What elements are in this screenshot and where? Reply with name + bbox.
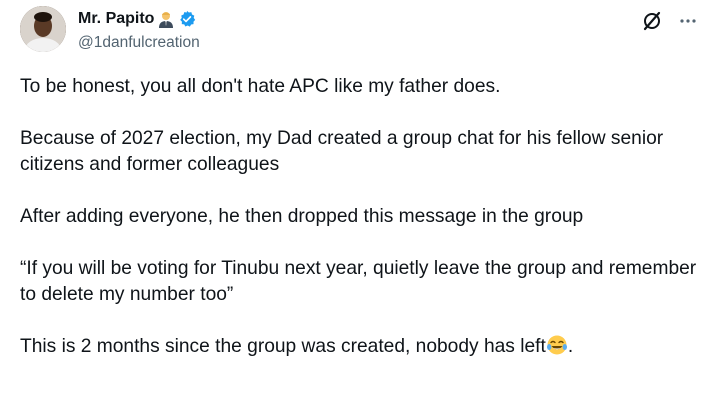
grok-icon[interactable] <box>641 10 663 32</box>
tweet-paragraph: “If you will be voting for Tinubu next y… <box>20 258 697 305</box>
more-icon[interactable] <box>677 10 699 32</box>
author-handle[interactable]: @1danfulcreation <box>78 34 200 52</box>
tweet-paragraph: To be honest, you all don't hate APC lik… <box>20 76 501 97</box>
author-row: Mr. Papito <box>78 8 200 30</box>
person-in-suit-emoji-icon <box>157 10 175 28</box>
tweet-last-end: . <box>567 336 574 357</box>
tweet: Mr. Papito @1danfulcreation To be honest… <box>0 0 719 413</box>
tweet-paragraph: Because of 2027 election, my Dad created… <box>20 128 664 175</box>
verified-badge-icon <box>178 10 196 28</box>
author-name[interactable]: Mr. Papito <box>78 10 154 28</box>
tweet-top-actions <box>641 10 699 32</box>
tweet-header: Mr. Papito @1danfulcreation <box>78 8 200 52</box>
tweet-paragraph: After adding everyone, he then dropped t… <box>20 206 584 227</box>
tweet-paragraph-last: This is 2 months since the group was cre… <box>20 334 700 360</box>
face-with-tears-of-joy-emoji-icon <box>546 334 568 356</box>
avatar[interactable] <box>20 6 66 52</box>
tweet-text: To be honest, you all don't hate APC lik… <box>20 74 700 386</box>
tweet-last-text: This is 2 months since the group was cre… <box>20 336 546 357</box>
